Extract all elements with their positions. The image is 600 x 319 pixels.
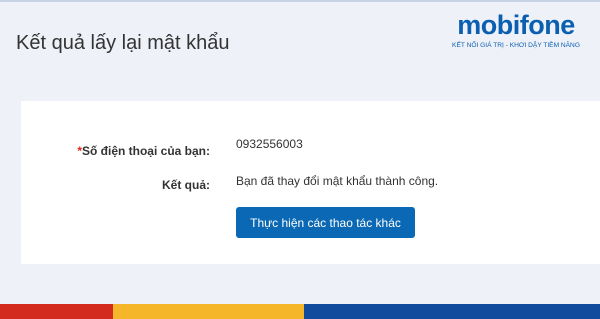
footer-color-bar (0, 304, 600, 319)
phone-value: 0932556003 (236, 137, 303, 151)
phone-label-text: Số điện thoại của bạn: (81, 144, 210, 158)
footer-yellow-segment (113, 304, 304, 319)
logo-brand-text: mobifone (457, 10, 575, 40)
footer-red-segment (0, 304, 113, 319)
result-label: Kết quả: (162, 178, 210, 192)
result-message: Bạn đã thay đổi mật khẩu thành công. (236, 174, 439, 188)
mobifone-logo: mobifone KẾT NỐI GIÁ TRỊ - KHƠI DẬY TIỀM… (452, 10, 580, 49)
top-divider (0, 0, 600, 2)
other-actions-button[interactable]: Thực hiện các thao tác khác (236, 207, 415, 238)
result-card: *Số điện thoại của bạn: 0932556003 Kết q… (21, 101, 600, 264)
phone-label: *Số điện thoại của bạn: (77, 144, 210, 158)
footer-blue-segment (304, 304, 600, 319)
logo-tagline-text: KẾT NỐI GIÁ TRỊ - KHƠI DẬY TIỀM NĂNG (452, 39, 580, 49)
page-title: Kết quả lấy lại mật khẩu (16, 32, 230, 54)
